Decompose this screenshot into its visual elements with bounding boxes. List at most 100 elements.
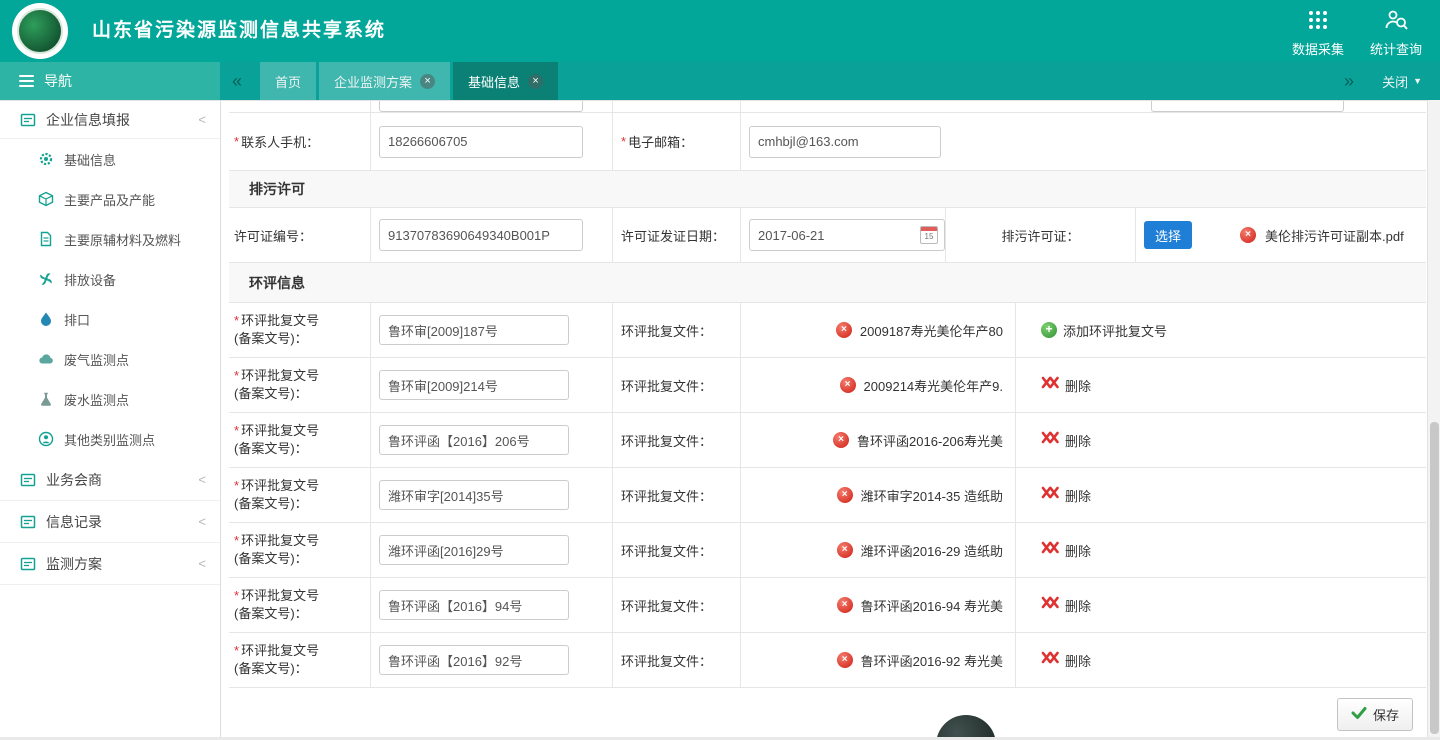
add-eia-row-button[interactable]: + 添加环评批复文号 — [1041, 321, 1167, 340]
delete-row-button[interactable]: 删除 — [1041, 651, 1091, 670]
permit-no-input[interactable] — [379, 219, 583, 251]
tab-basic-info[interactable]: 基础信息 × — [453, 62, 558, 100]
remove-file-icon[interactable]: × — [833, 432, 849, 448]
delete-x-icon — [1041, 651, 1059, 669]
tabs-scroll-right-icon[interactable]: » — [1344, 71, 1354, 92]
sidebar-item-water-points[interactable]: 废水监测点 — [0, 379, 220, 419]
delete-row-button[interactable]: 删除 — [1041, 431, 1091, 450]
nav-toggle[interactable]: 导航 — [0, 62, 220, 100]
remove-file-icon[interactable]: × — [837, 542, 853, 558]
cell: *环评批复文号 (备案文号)： — [229, 523, 371, 577]
eia-label-line1: 环评批复文号 — [241, 478, 319, 493]
sidebar-group-business-consult[interactable]: 业务会商 < — [0, 459, 220, 501]
remove-file-icon[interactable]: × — [840, 377, 856, 393]
close-tab-icon[interactable]: × — [420, 74, 435, 89]
partial-input[interactable] — [379, 101, 583, 112]
delete-label: 删除 — [1065, 376, 1091, 395]
remove-file-icon[interactable]: × — [837, 487, 853, 503]
close-menu-button[interactable]: 关闭 ▼ — [1382, 72, 1422, 91]
tab-label: 企业监测方案 — [334, 72, 412, 91]
cell: *环评批复文号 (备案文号)： — [229, 413, 371, 467]
issue-date-input[interactable]: 2017-06-21 15 — [749, 219, 945, 251]
sidebar-item-basic-info[interactable]: 基础信息 — [0, 139, 220, 179]
add-icon: + — [1041, 322, 1057, 338]
eia-doc-input[interactable] — [379, 645, 569, 675]
remove-file-icon[interactable]: × — [837, 597, 853, 613]
sidebar-item-outlet[interactable]: 排口 — [0, 299, 220, 339]
delete-label: 删除 — [1065, 541, 1091, 560]
permit-file-link[interactable]: 美伦排污许可证副本.pdf — [1265, 226, 1404, 245]
cell — [371, 113, 613, 170]
tab-home[interactable]: 首页 — [260, 62, 316, 100]
cell — [371, 303, 613, 357]
data-collection-button[interactable]: 数据采集 — [1292, 9, 1344, 58]
eia-doc-input[interactable] — [379, 480, 569, 510]
contact-phone-input[interactable] — [379, 126, 583, 158]
eia-file-link[interactable]: 潍环审字2014-35 造纸助 — [861, 486, 1003, 505]
close-tab-icon[interactable]: × — [528, 74, 543, 89]
form-row-contact: * 联系人手机： * 电子邮箱： — [229, 113, 1426, 171]
eia-file-link[interactable]: 2009187寿光美伦年产80 — [860, 321, 1003, 340]
eia-file-link[interactable]: 鲁环评函2016-206寿光美 — [857, 431, 1003, 450]
eia-label-line2: (备案文号)： — [234, 550, 319, 568]
eia-file-link[interactable]: 鲁环评函2016-94 寿光美 — [861, 596, 1003, 615]
sidebar-group-enterprise-report[interactable]: 企业信息填报 < — [0, 101, 220, 139]
eia-file-link[interactable]: 鲁环评函2016-92 寿光美 — [861, 651, 1003, 670]
panel-icon — [20, 472, 36, 488]
remove-file-icon[interactable]: × — [837, 652, 853, 668]
eia-doc-input[interactable] — [379, 535, 569, 565]
item-label: 主要产品及产能 — [64, 190, 155, 209]
eia-doc-input[interactable] — [379, 425, 569, 455]
eia-file-label: 环评批复文件： — [621, 431, 712, 450]
eia-file-link[interactable]: 2009214寿光美伦年产9. — [864, 376, 1003, 395]
select-file-button[interactable]: 选择 — [1144, 221, 1192, 249]
check-icon — [1351, 706, 1367, 723]
cell: 环评批复文件： — [613, 358, 741, 412]
tab-enterprise-plan[interactable]: 企业监测方案 × — [319, 62, 450, 100]
sidebar-item-products[interactable]: 主要产品及产能 — [0, 179, 220, 219]
delete-row-button[interactable]: 删除 — [1041, 376, 1091, 395]
cell: 排污许可证： — [946, 208, 1136, 262]
save-button[interactable]: 保存 — [1337, 698, 1413, 731]
delete-x-icon — [1041, 376, 1059, 394]
eia-file-label: 环评批复文件： — [621, 486, 712, 505]
sidebar-group-monitor-plan[interactable]: 监测方案 < — [0, 543, 220, 585]
stats-query-button[interactable]: 统计查询 — [1370, 9, 1422, 58]
eia-doc-input[interactable] — [379, 590, 569, 620]
remove-file-icon[interactable]: × — [836, 322, 852, 338]
cell: 许可证发证日期： — [613, 208, 741, 262]
calendar-icon[interactable]: 15 — [920, 226, 938, 244]
eia-row: *环评批复文号 (备案文号)： 环评批复文件： × 2009214寿光美伦年产9… — [229, 358, 1426, 413]
sidebar-item-gas-points[interactable]: 废气监测点 — [0, 339, 220, 379]
required-mark: * — [234, 533, 239, 548]
tab-bar: 导航 « 首页 企业监测方案 × 基础信息 × » 关闭 ▼ — [0, 62, 1440, 100]
tabs-scroll-left-icon[interactable]: « — [232, 62, 242, 100]
sidebar-item-emission-equipment[interactable]: 排放设备 — [0, 259, 220, 299]
eia-doc-label: *环评批复文号 (备案文号)： — [234, 422, 319, 458]
eia-doc-input[interactable] — [379, 315, 569, 345]
delete-row-button[interactable]: 删除 — [1041, 541, 1091, 560]
eia-file-link[interactable]: 潍环评函2016-29 造纸助 — [861, 541, 1003, 560]
chevron-left-icon: < — [198, 556, 206, 571]
scrollbar[interactable] — [1427, 100, 1440, 740]
cell — [371, 413, 613, 467]
remove-file-icon[interactable]: × — [1240, 227, 1256, 243]
permit-no-label: 许可证编号： — [234, 226, 312, 245]
eia-label-line2: (备案文号)： — [234, 605, 319, 623]
permit-file: × 美伦排污许可证副本.pdf — [1240, 226, 1404, 245]
partial-input[interactable] — [1151, 101, 1344, 112]
sidebar-item-other-points[interactable]: 其他类别监测点 — [0, 419, 220, 459]
required-mark: * — [234, 588, 239, 603]
delete-row-button[interactable]: 删除 — [1041, 596, 1091, 615]
sidebar-group-info-record[interactable]: 信息记录 < — [0, 501, 220, 543]
main-content: * 联系人手机： * 电子邮箱： 排污许可 许可证编号： — [221, 100, 1427, 740]
group-label: 企业信息填报 — [46, 110, 130, 130]
delete-row-button[interactable]: 删除 — [1041, 486, 1091, 505]
required-mark: * — [234, 313, 239, 328]
scrollbar-thumb[interactable] — [1430, 422, 1439, 734]
sidebar-item-materials[interactable]: 主要原辅材料及燃料 — [0, 219, 220, 259]
email-input[interactable] — [749, 126, 941, 158]
eia-doc-input[interactable] — [379, 370, 569, 400]
cloud-icon — [38, 351, 54, 367]
data-collection-label: 数据采集 — [1292, 39, 1344, 58]
